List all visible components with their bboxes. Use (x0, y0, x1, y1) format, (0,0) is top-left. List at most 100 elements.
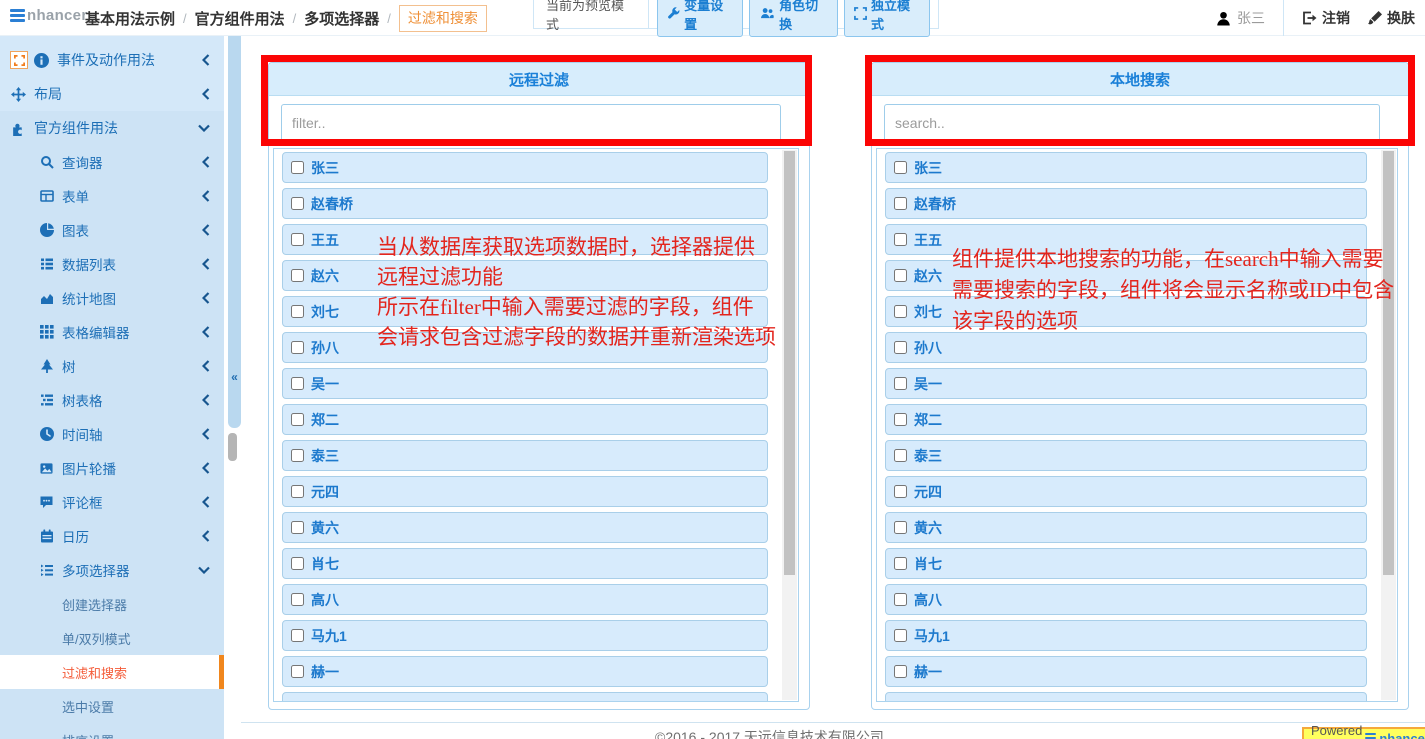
option-checkbox[interactable] (291, 593, 304, 606)
option-checkbox[interactable] (291, 161, 304, 174)
sidebar-item-评论框[interactable]: 评论框 (0, 485, 224, 519)
sidebar-item-图片轮播[interactable]: 图片轮播 (0, 451, 224, 485)
option-checkbox[interactable] (894, 629, 907, 642)
standalone-mode-button[interactable]: 独立模式 (844, 0, 930, 37)
option-checkbox[interactable] (291, 629, 304, 642)
option-checkbox[interactable] (894, 233, 907, 246)
role-switch-button[interactable]: 角色切换 (749, 0, 838, 37)
option-checkbox[interactable] (291, 269, 304, 282)
logout-button[interactable]: 注销 (1302, 8, 1350, 28)
option-row-肖七[interactable]: 肖七 (885, 548, 1367, 579)
option-checkbox[interactable] (894, 197, 907, 210)
option-checkbox[interactable] (291, 305, 304, 318)
option-list-scrollbar-thumb[interactable] (1383, 151, 1394, 575)
option-row-赵六[interactable]: 赵六 (282, 260, 768, 291)
option-checkbox[interactable] (291, 341, 304, 354)
option-row-刘七[interactable]: 刘七 (885, 296, 1367, 327)
option-checkbox[interactable] (894, 161, 907, 174)
option-checkbox[interactable] (291, 233, 304, 246)
option-row-王五[interactable]: 王五 (282, 224, 768, 255)
user-menu[interactable]: 张三 (1216, 8, 1265, 28)
option-row-王五[interactable]: 王五 (885, 224, 1367, 255)
option-checkbox[interactable] (291, 665, 304, 678)
sidebar-item-创建选择器[interactable]: 创建选择器 (0, 587, 224, 621)
option-row-元四[interactable]: 元四 (885, 476, 1367, 507)
option-checkbox[interactable] (291, 521, 304, 534)
option-checkbox[interactable] (291, 701, 304, 702)
option-checkbox[interactable] (894, 701, 907, 702)
sidebar-item-事件及动作用法[interactable]: 事件及动作用法 (0, 43, 224, 77)
option-checkbox[interactable] (894, 485, 907, 498)
option-row-孙八[interactable]: 孙八 (282, 332, 768, 363)
option-row-吴一[interactable]: 吴一 (885, 368, 1367, 399)
sidebar-scrollbar-thumb[interactable] (228, 433, 237, 461)
sidebar-item-数据列表[interactable]: 数据列表 (0, 247, 224, 281)
sidebar-item-时间轴[interactable]: 时间轴 (0, 417, 224, 451)
option-list-scrollbar[interactable] (1381, 150, 1396, 700)
option-row-高八[interactable]: 高八 (885, 584, 1367, 615)
sidebar-item-查询器[interactable]: 查询器 (0, 145, 224, 179)
option-row-孙八[interactable]: 孙八 (885, 332, 1367, 363)
option-row-元四[interactable]: 元四 (282, 476, 768, 507)
option-checkbox[interactable] (291, 197, 304, 210)
option-checkbox[interactable] (894, 521, 907, 534)
option-checkbox[interactable] (894, 305, 907, 318)
option-checkbox[interactable] (291, 485, 304, 498)
search-input[interactable] (884, 104, 1380, 142)
option-row-刘七[interactable]: 刘七 (282, 296, 768, 327)
option-row-黄六[interactable]: 黄六 (282, 512, 768, 543)
sidebar-item-表格编辑器[interactable]: 表格编辑器 (0, 315, 224, 349)
option-checkbox[interactable] (894, 341, 907, 354)
sidebar-item-过滤和搜索[interactable]: 过滤和搜索 (0, 655, 224, 689)
sidebar-item-树[interactable]: 树 (0, 349, 224, 383)
option-row-马九1[interactable]: 马九1 (282, 620, 768, 651)
option-row-吴二[interactable]: 吴二 (282, 692, 768, 702)
option-row-赫一[interactable]: 赫一 (282, 656, 768, 687)
option-row-肖七[interactable]: 肖七 (282, 548, 768, 579)
breadcrumb-item[interactable]: 多项选择器 (304, 8, 379, 29)
sidebar-item-图表[interactable]: 图表 (0, 213, 224, 247)
option-checkbox[interactable] (894, 665, 907, 678)
option-row-高八[interactable]: 高八 (282, 584, 768, 615)
option-checkbox[interactable] (291, 449, 304, 462)
option-row-张三[interactable]: 张三 (885, 152, 1367, 183)
option-row-张三[interactable]: 张三 (282, 152, 768, 183)
variable-settings-button[interactable]: 变量设置 (657, 0, 743, 37)
option-list-scrollbar[interactable] (782, 150, 797, 700)
option-row-赵六[interactable]: 赵六 (885, 260, 1367, 291)
sidebar-item-多项选择器[interactable]: 多项选择器 (0, 553, 224, 587)
option-row-吴二[interactable]: 吴二 (885, 692, 1367, 702)
sidebar-item-单/双列模式[interactable]: 单/双列模式 (0, 621, 224, 655)
sidebar-item-统计地图[interactable]: 统计地图 (0, 281, 224, 315)
powered-by-badge[interactable]: Powered by nhancer2 (1302, 727, 1425, 739)
option-list-scrollbar-thumb[interactable] (784, 151, 795, 575)
enhancer-logo[interactable]: nhancer (10, 7, 87, 24)
option-checkbox[interactable] (291, 557, 304, 570)
option-checkbox[interactable] (894, 377, 907, 390)
sidebar-item-选中设置[interactable]: 选中设置 (0, 689, 224, 723)
breadcrumb-item[interactable]: 基本用法示例 (85, 8, 175, 29)
option-checkbox[interactable] (894, 449, 907, 462)
option-row-赵春桥[interactable]: 赵春桥 (885, 188, 1367, 219)
option-checkbox[interactable] (894, 557, 907, 570)
breadcrumb-item[interactable]: 官方组件用法 (195, 8, 285, 29)
option-row-赵春桥[interactable]: 赵春桥 (282, 188, 768, 219)
sidebar-item-布局[interactable]: 布局 (0, 77, 224, 111)
option-row-郑二[interactable]: 郑二 (282, 404, 768, 435)
option-row-泰三[interactable]: 泰三 (282, 440, 768, 471)
option-row-黄六[interactable]: 黄六 (885, 512, 1367, 543)
option-checkbox[interactable] (894, 413, 907, 426)
filter-input[interactable] (281, 104, 781, 142)
option-row-郑二[interactable]: 郑二 (885, 404, 1367, 435)
fullscreen-icon[interactable] (10, 51, 28, 69)
sidebar-item-表单[interactable]: 表单 (0, 179, 224, 213)
option-row-赫一[interactable]: 赫一 (885, 656, 1367, 687)
change-skin-button[interactable]: 换肤 (1368, 8, 1415, 28)
sidebar-collapse-strip[interactable]: « (228, 36, 241, 428)
option-checkbox[interactable] (291, 413, 304, 426)
sidebar-item-官方组件用法[interactable]: 官方组件用法 (0, 111, 224, 145)
sidebar-item-日历[interactable]: 日历 (0, 519, 224, 553)
option-checkbox[interactable] (894, 269, 907, 282)
sidebar-item-排序设置[interactable]: 排序设置 (0, 723, 224, 739)
option-checkbox[interactable] (291, 377, 304, 390)
